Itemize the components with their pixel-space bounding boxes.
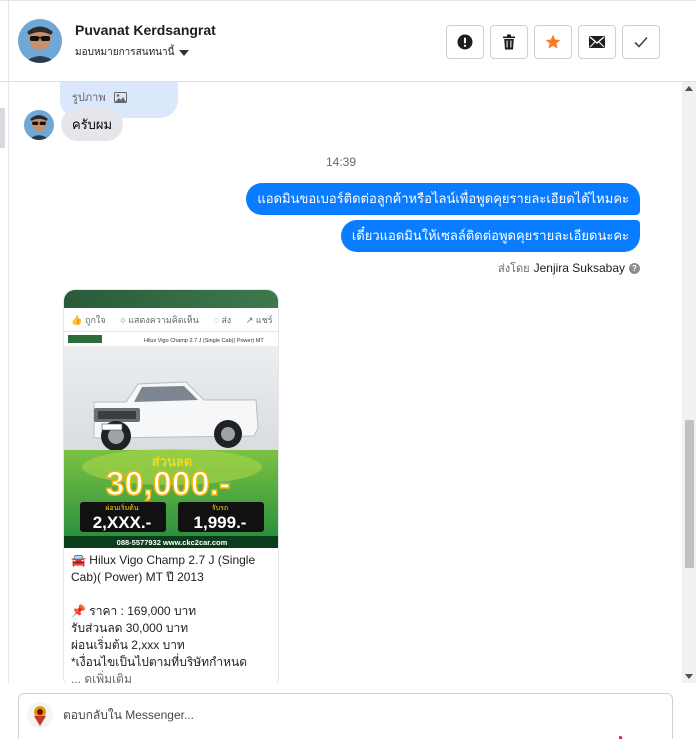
contact-avatar-small[interactable] (24, 110, 54, 140)
photo-label-text: รูปภาพ (72, 92, 106, 104)
comment-action: ○ แสดงความคิดเห็น (120, 314, 199, 325)
like-action: 👍 ถูกใจ (71, 314, 106, 325)
conversation-actions (446, 25, 660, 59)
incoming-message[interactable]: ครับผม (61, 108, 124, 141)
check-icon (634, 36, 648, 48)
chat-scrollbar[interactable] (682, 82, 696, 683)
post-actions-bar: 👍 ถูกใจ ○ แสดงความคิดเห็น ◌ ส่ง ↗ แชร์ (64, 308, 278, 332)
message-thread[interactable]: รูปภาพ ครับผม 14:39 แอดมินขอเบอร์ติดต่อล… (0, 82, 696, 683)
post-top-strip (64, 290, 278, 308)
mark-done-button[interactable] (622, 25, 660, 59)
sent-by-agent: Jenjira Suksabay (533, 261, 625, 275)
post-conditions: *เงื่อนไขเป็นไปตามที่บริษัทกำหนด (71, 655, 247, 669)
scroll-down-icon[interactable] (685, 674, 693, 679)
discount-value: 30,000.- (106, 465, 231, 503)
delete-button[interactable] (490, 25, 528, 59)
chevron-down-icon (179, 50, 190, 56)
message-timestamp: 14:39 (325, 155, 357, 169)
post-text: 🚘 Hilux Vigo Champ 2.7 J (Single Cab)( P… (71, 552, 275, 683)
contact-name[interactable]: Puvanat Kerdsangrat (75, 22, 216, 38)
help-icon[interactable]: ? (629, 262, 640, 274)
post-title-line: 🚘 Hilux Vigo Champ 2.7 J (Single (71, 553, 256, 567)
post-price: 📌 ราคา : 169,000 บาท (71, 604, 197, 618)
reply-composer (0, 683, 696, 739)
divider (8, 82, 9, 683)
contact-avatar[interactable] (18, 19, 62, 63)
outgoing-message[interactable]: เดี๋ยวแอดมินให้เซลล์ติดต่อพูดคุยรายละเอี… (340, 220, 640, 252)
installment-value: 2,XXX.- (93, 513, 152, 532)
shared-post-card[interactable]: 👍 ถูกใจ ○ แสดงความคิดเห็น ◌ ส่ง ↗ แชร์ H… (63, 289, 279, 683)
outgoing-message[interactable]: แอดมินขอเบอร์ติดต่อลูกค้าหรือไลน์เพื่อพู… (246, 183, 640, 215)
image-header-text: Hilux Vigo Champ 2.7 J (Single Cab)( Pow… (144, 338, 264, 344)
image-icon (113, 91, 127, 103)
contact-text: 088-5577932 www.ckc2car.com (117, 538, 228, 547)
mark-spam-button[interactable] (446, 25, 484, 59)
alert-icon (457, 34, 473, 50)
mark-unread-button[interactable] (578, 25, 616, 59)
composer-box[interactable] (18, 693, 673, 739)
post-discount: รับส่วนลด 30,000 บาท (71, 621, 189, 635)
send-action: ◌ ส่ง (213, 314, 232, 325)
panel-edge (0, 108, 5, 148)
scroll-up-icon[interactable] (685, 86, 693, 91)
sent-by-prefix: ส่งโดย (498, 263, 530, 275)
installment-label: ผ่อนเริ่มต้น (105, 503, 138, 512)
downpay-label: รับรถ (212, 504, 228, 512)
divider (8, 1, 9, 83)
star-icon (545, 34, 561, 49)
post-title-line: Cab)( Power) MT ปี 2013 (71, 570, 204, 584)
assign-conversation-dropdown[interactable]: มอบหมายการสนทนานี้ (75, 45, 190, 60)
star-button[interactable] (534, 25, 572, 59)
downpay-value: 1,999.- (194, 513, 247, 532)
sent-by-info: ส่งโดย Jenjira Suksabay ? (498, 259, 640, 277)
see-more-link[interactable]: ... ดูเพิ่มเติม (71, 671, 275, 683)
page-avatar (27, 702, 53, 728)
scroll-thumb[interactable] (685, 420, 694, 568)
reply-input[interactable] (63, 708, 583, 722)
photo-message-label: รูปภาพ (72, 88, 127, 106)
share-action: ↗ แชร์ (245, 314, 273, 325)
conversation-header: Puvanat Kerdsangrat มอบหมายการสนทนานี้ (0, 0, 696, 83)
post-image[interactable]: Hilux Vigo Champ 2.7 J (Single Cab)( Pow… (64, 332, 278, 548)
trash-icon (503, 34, 515, 50)
post-installment: ผ่อนเริ่มต้น 2,xxx บาท (71, 638, 185, 652)
envelope-icon (589, 36, 605, 48)
assign-label: มอบหมายการสนทนานี้ (75, 47, 175, 58)
